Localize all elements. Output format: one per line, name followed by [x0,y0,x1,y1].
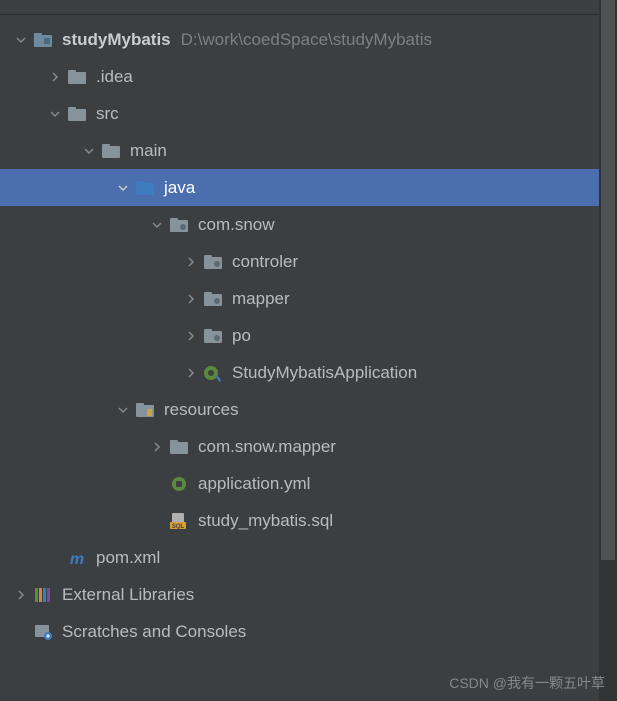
tree-row-main[interactable]: main [0,132,617,169]
tree-row-comsnow[interactable]: com.snow [0,206,617,243]
watermark: CSDN @我有一颗五叶草 [449,673,605,693]
package-icon [202,251,224,273]
tree-row-scratches[interactable]: Scratches and Consoles [0,613,617,650]
project-toolbar [0,0,617,15]
tree-label: study_mybatis.sql [198,511,333,531]
tree-row-sql[interactable]: SQL study_mybatis.sql [0,502,617,539]
tree-label: java [164,178,195,198]
package-icon [168,214,190,236]
tree-label: application.yml [198,474,310,494]
tree-label: .idea [96,67,133,87]
tree-row-application[interactable]: StudyMybatisApplication [0,354,617,391]
tree-row-comsnowmapper[interactable]: com.snow.mapper [0,428,617,465]
tree-label: controler [232,252,298,272]
resources-folder-icon [134,399,156,421]
module-folder-icon [32,29,54,51]
tree-row-pom[interactable]: m pom.xml [0,539,617,576]
tree-row-external[interactable]: External Libraries [0,576,617,613]
tree-row-appyml[interactable]: application.yml [0,465,617,502]
tree-row-resources[interactable]: resources [0,391,617,428]
chevron-right-icon[interactable] [180,251,202,273]
tree-label: resources [164,400,239,420]
tree-label: com.snow.mapper [198,437,336,457]
chevron-down-icon[interactable] [10,29,32,51]
chevron-down-icon[interactable] [112,399,134,421]
svg-text:SQL: SQL [172,524,185,530]
spring-boot-class-icon [202,362,224,384]
tree-label: Scratches and Consoles [62,622,246,642]
chevron-right-icon[interactable] [180,362,202,384]
chevron-down-icon[interactable] [112,177,134,199]
sql-file-icon: SQL [168,510,190,532]
tree-row-src[interactable]: src [0,95,617,132]
chevron-right-icon[interactable] [180,288,202,310]
tree-path: D:\work\coedSpace\studyMybatis [181,30,432,50]
chevron-down-icon[interactable] [146,214,168,236]
tree-label: studyMybatis [62,30,171,50]
tree-row-root[interactable]: studyMybatis D:\work\coedSpace\studyMyba… [0,21,617,58]
chevron-right-icon[interactable] [44,66,66,88]
chevron-right-icon[interactable] [146,436,168,458]
package-icon [202,288,224,310]
tree-row-mapper[interactable]: mapper [0,280,617,317]
folder-icon [66,103,88,125]
scrollbar-thumb[interactable] [601,0,615,560]
vertical-scrollbar[interactable] [599,0,617,701]
maven-pom-icon: m [66,547,88,569]
tree-row-po[interactable]: po [0,317,617,354]
tree-label: mapper [232,289,290,309]
chevron-down-icon[interactable] [44,103,66,125]
tree-label: main [130,141,167,161]
folder-icon [66,66,88,88]
source-folder-icon [134,177,156,199]
tree-row-idea[interactable]: .idea [0,58,617,95]
folder-icon [168,436,190,458]
tree-label: src [96,104,119,124]
yml-config-icon [168,473,190,495]
libraries-icon [32,584,54,606]
tree-label: StudyMybatisApplication [232,363,417,383]
tree-row-java[interactable]: java [0,169,617,206]
tree-label: pom.xml [96,548,160,568]
tree-label: External Libraries [62,585,194,605]
scratches-icon [32,621,54,643]
svg-text:m: m [70,551,84,567]
chevron-right-icon[interactable] [180,325,202,347]
project-tree: studyMybatis D:\work\coedSpace\studyMyba… [0,15,617,650]
chevron-down-icon[interactable] [78,140,100,162]
tree-label: com.snow [198,215,275,235]
tree-row-controler[interactable]: controler [0,243,617,280]
tree-label: po [232,326,251,346]
chevron-right-icon[interactable] [10,584,32,606]
folder-icon [100,140,122,162]
package-icon [202,325,224,347]
